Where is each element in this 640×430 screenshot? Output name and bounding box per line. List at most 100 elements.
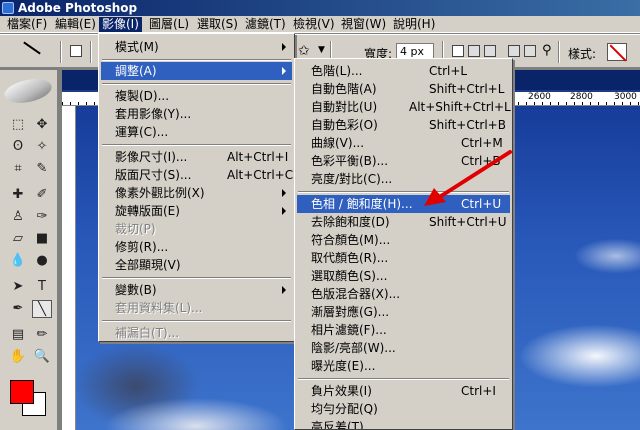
menu-item-exposure[interactable]: 曝光度(E)... (297, 357, 510, 375)
add-shape-area-icon[interactable] (468, 45, 480, 57)
submenu-arrow-icon (282, 286, 286, 294)
menu-item-color-balance[interactable]: 色彩平衡(B)... Ctrl+B (297, 152, 510, 170)
menu-separator (102, 59, 291, 61)
menu-item-adjust[interactable]: 調整(A) (101, 62, 292, 80)
shape-layer-icon[interactable] (70, 45, 82, 57)
dodge-tool-icon[interactable]: ● (32, 252, 52, 270)
menu-item-apply-image[interactable]: 套用影像(Y)... (101, 105, 292, 123)
menu-layer[interactable]: 圖層(L) (146, 17, 192, 32)
menu-item-mode[interactable]: 模式(M) (101, 38, 292, 56)
menu-item-rotate-canvas[interactable]: 旋轉版面(E) (101, 202, 292, 220)
options-separator (558, 41, 560, 63)
menu-item-selective-color[interactable]: 選取顏色(S)... (297, 267, 510, 285)
menu-item-shortcut: Shift+Ctrl+U (429, 215, 507, 229)
menu-item-curves[interactable]: 曲線(V)... Ctrl+M (297, 134, 510, 152)
menu-window[interactable]: 視窗(W) (338, 17, 389, 32)
menu-item-auto-contrast[interactable]: 自動對比(U) Alt+Shift+Ctrl+L (297, 98, 511, 116)
eraser-tool-icon[interactable]: ▱ (8, 230, 28, 248)
style-picker[interactable] (607, 43, 627, 61)
line-shape-tool-icon[interactable]: ╲ (32, 300, 52, 318)
line-tool-icon[interactable] (23, 41, 41, 55)
lasso-tool-icon[interactable]: ʘ (8, 138, 28, 156)
new-shape-area-icon[interactable] (452, 45, 464, 57)
menu-item-variables[interactable]: 變數(B) (101, 281, 292, 299)
menu-item-image-size[interactable]: 影像尺寸(I)... Alt+Ctrl+I (101, 148, 292, 166)
menu-item-brightness-contrast[interactable]: 亮度/對比(C)... (297, 170, 510, 188)
menu-item-pixel-aspect-ratio[interactable]: 像素外觀比例(X) (101, 184, 292, 202)
brush-tool-icon[interactable]: ✐ (32, 186, 52, 204)
foreground-color-swatch[interactable] (10, 380, 34, 404)
move-tool-icon[interactable]: ✥ (32, 116, 52, 134)
chevron-down-icon[interactable]: ▼ (318, 45, 325, 55)
path-selection-tool-icon[interactable]: ➤ (8, 278, 28, 296)
menu-item-trim[interactable]: 修剪(R)... (101, 238, 292, 256)
custom-shape-icon[interactable]: ✩ (298, 43, 310, 59)
notes-tool-icon[interactable]: ▤ (8, 326, 28, 344)
menu-separator (102, 144, 291, 146)
blur-tool-icon[interactable]: 💧 (8, 252, 28, 270)
subtract-shape-area-icon[interactable] (484, 45, 496, 57)
menu-separator (298, 378, 509, 380)
photoshop-app-icon (2, 2, 14, 14)
clone-stamp-tool-icon[interactable]: ♙ (8, 208, 28, 226)
history-brush-tool-icon[interactable]: ✑ (32, 208, 52, 226)
menu-item-duplicate[interactable]: 複製(D)... (101, 87, 292, 105)
exclude-shape-area-icon[interactable] (524, 45, 536, 57)
gradient-tool-icon[interactable]: ■ (32, 230, 52, 248)
menu-item-replace-color[interactable]: 取代顏色(R)... (297, 249, 510, 267)
menu-item-auto-color[interactable]: 自動色彩(O) Shift+Ctrl+B (297, 116, 510, 134)
menu-item-desaturate[interactable]: 去除飽和度(D) Shift+Ctrl+U (297, 213, 510, 231)
menu-item-shadow-highlight[interactable]: 陰影/亮部(W)... (297, 339, 510, 357)
ruler-tick-label: 2800 (570, 92, 593, 102)
menu-item-label: 自動色彩(O) (311, 118, 378, 132)
menu-item-trap[interactable]: 補漏白(T)... (101, 324, 292, 342)
menu-item-label: 亮度/對比(C)... (311, 172, 393, 186)
menu-item-label: 調整(A) (115, 64, 157, 78)
menu-help[interactable]: 說明(H) (390, 17, 438, 32)
submenu-arrow-icon (282, 207, 286, 215)
menu-item-label: 裁切(P) (115, 222, 156, 236)
menu-item-label: 相片濾鏡(F)... (311, 323, 387, 337)
menu-item-label: 運算(C)... (115, 125, 169, 139)
toolbox: ⬚ ✥ ʘ ✧ ⌗ ✎ ✚ ✐ ♙ ✑ ▱ ■ 💧 ● ➤ T ✒ ╲ ▤ ✏ … (0, 70, 58, 430)
menu-item-channel-mixer[interactable]: 色版混合器(X)... (297, 285, 510, 303)
menu-view[interactable]: 檢視(V) (290, 17, 338, 32)
type-tool-icon[interactable]: T (32, 278, 52, 296)
options-separator (60, 41, 62, 63)
eyedropper-tool-icon[interactable]: ✏ (32, 326, 52, 344)
menu-select[interactable]: 選取(S) (194, 17, 241, 32)
menu-item-auto-levels[interactable]: 自動色階(A) Shift+Ctrl+L (297, 80, 510, 98)
menu-item-match-color[interactable]: 符合顏色(M)... (297, 231, 510, 249)
link-icon[interactable]: ⚲ (542, 43, 552, 58)
healing-brush-tool-icon[interactable]: ✚ (8, 186, 28, 204)
menu-item-gradient-map[interactable]: 漸層對應(G)... (297, 303, 510, 321)
menu-edit[interactable]: 編輯(E) (52, 17, 99, 32)
intersect-shape-area-icon[interactable] (508, 45, 520, 57)
menu-item-photo-filter[interactable]: 相片濾鏡(F)... (297, 321, 510, 339)
menu-item-equalize[interactable]: 均勻分配(Q) (297, 400, 510, 418)
menu-filter[interactable]: 濾鏡(T) (242, 17, 289, 32)
menu-item-shortcut: Alt+Shift+Ctrl+L (409, 100, 511, 114)
pen-tool-icon[interactable]: ✒ (8, 300, 28, 318)
zoom-tool-icon[interactable]: 🔍 (32, 348, 52, 366)
menu-item-levels[interactable]: 色階(L)... Ctrl+L (297, 62, 510, 80)
crop-tool-icon[interactable]: ⌗ (8, 160, 28, 178)
magic-wand-tool-icon[interactable]: ✧ (32, 138, 52, 156)
menu-item-threshold[interactable]: 高反差(T)... (297, 418, 510, 429)
menu-item-canvas-size[interactable]: 版面尺寸(S)... Alt+Ctrl+C (101, 166, 293, 184)
menu-item-label: 漸層對應(G)... (311, 305, 390, 319)
menu-item-label: 自動對比(U) (311, 100, 378, 114)
menu-item-label: 選取顏色(S)... (311, 269, 388, 283)
menu-image[interactable]: 影像(I) (99, 17, 142, 32)
menu-item-crop[interactable]: 裁切(P) (101, 220, 292, 238)
hand-tool-icon[interactable]: ✋ (8, 348, 28, 366)
menu-item-invert[interactable]: 負片效果(I) Ctrl+I (297, 382, 510, 400)
menu-item-apply-data-set[interactable]: 套用資料集(L)... (101, 299, 292, 317)
menu-separator (298, 191, 509, 193)
marquee-tool-icon[interactable]: ⬚ (8, 116, 28, 134)
menu-item-hue-saturation[interactable]: 色相 / 飽和度(H)... Ctrl+U (297, 195, 510, 213)
slice-tool-icon[interactable]: ✎ (32, 160, 52, 178)
menu-item-reveal-all[interactable]: 全部顯現(V) (101, 256, 292, 274)
menu-file[interactable]: 檔案(F) (4, 17, 50, 32)
menu-item-calculations[interactable]: 運算(C)... (101, 123, 292, 141)
